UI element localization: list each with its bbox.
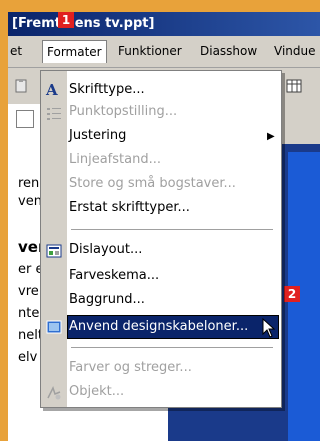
title-bar: [Fremtidens tv.ppt]	[8, 12, 320, 36]
mouse-cursor-icon	[262, 318, 276, 338]
callout-badge-1: 1	[58, 12, 74, 28]
design-template-icon	[46, 320, 62, 334]
menu-bar: et Formater Funktioner Diasshow Vindue	[8, 36, 320, 68]
table-icon[interactable]	[286, 78, 302, 94]
outline-text: vre	[18, 284, 39, 299]
menu-item-linjeafstand[interactable]: Linjeafstand...	[69, 149, 161, 171]
outline-text: ven	[18, 194, 42, 209]
menu-item-erstat-skrifttyper[interactable]: Erstat skrifttyper...	[69, 197, 190, 219]
window-frame: [Fremtidens tv.ppt] 1 et Formater Funkti…	[0, 0, 320, 441]
menu-funktioner[interactable]: Funktioner	[118, 44, 182, 58]
menu-item-baggrund[interactable]: Baggrund...	[69, 289, 145, 311]
menu-separator	[71, 229, 273, 230]
menu-item-dislayout[interactable]: Dislayout...	[69, 239, 142, 261]
menu-vindue[interactable]: Vindue	[274, 44, 316, 58]
menu-item-farveskema[interactable]: Farveskema...	[69, 265, 159, 287]
menu-icon-gutter	[41, 71, 67, 407]
menu-item-punktopstilling[interactable]: Punktopstilling...	[69, 101, 177, 123]
bullet-list-icon	[47, 108, 61, 120]
object-icon	[47, 386, 61, 400]
menu-formater[interactable]: Formater	[42, 40, 107, 63]
font-a-icon: A	[46, 81, 58, 99]
font-combo-dropdown[interactable]	[16, 110, 34, 128]
callout-badge-2: 2	[284, 286, 300, 302]
menu-item-objekt[interactable]: Objekt...	[69, 381, 124, 403]
outline-text: ren	[18, 176, 40, 191]
menu-item-farver-og-streger[interactable]: Farver og streger...	[69, 357, 192, 379]
menu-item-skrifttype[interactable]: Skrifttype...	[69, 79, 145, 101]
menu-item-anvend-designskabeloner[interactable]: Anvend designskabeloner...	[69, 316, 248, 338]
window-title: [Fremtidens tv.ppt]	[12, 16, 155, 31]
menu-separator	[71, 347, 273, 348]
menu-edit[interactable]: et	[10, 44, 22, 58]
menu-diasshow[interactable]: Diasshow	[200, 44, 257, 58]
paste-icon[interactable]	[14, 78, 30, 94]
menu-item-store-og-smaa[interactable]: Store og små bogstaver...	[69, 173, 236, 195]
menu-item-justering[interactable]: Justering	[69, 125, 126, 147]
format-menu-dropdown: A Skrifttype... Punktopstilling... Juste…	[40, 70, 282, 408]
outline-text: elv	[18, 350, 38, 365]
submenu-arrow-icon: ▶	[267, 131, 275, 142]
slide-layout-icon	[46, 244, 62, 258]
